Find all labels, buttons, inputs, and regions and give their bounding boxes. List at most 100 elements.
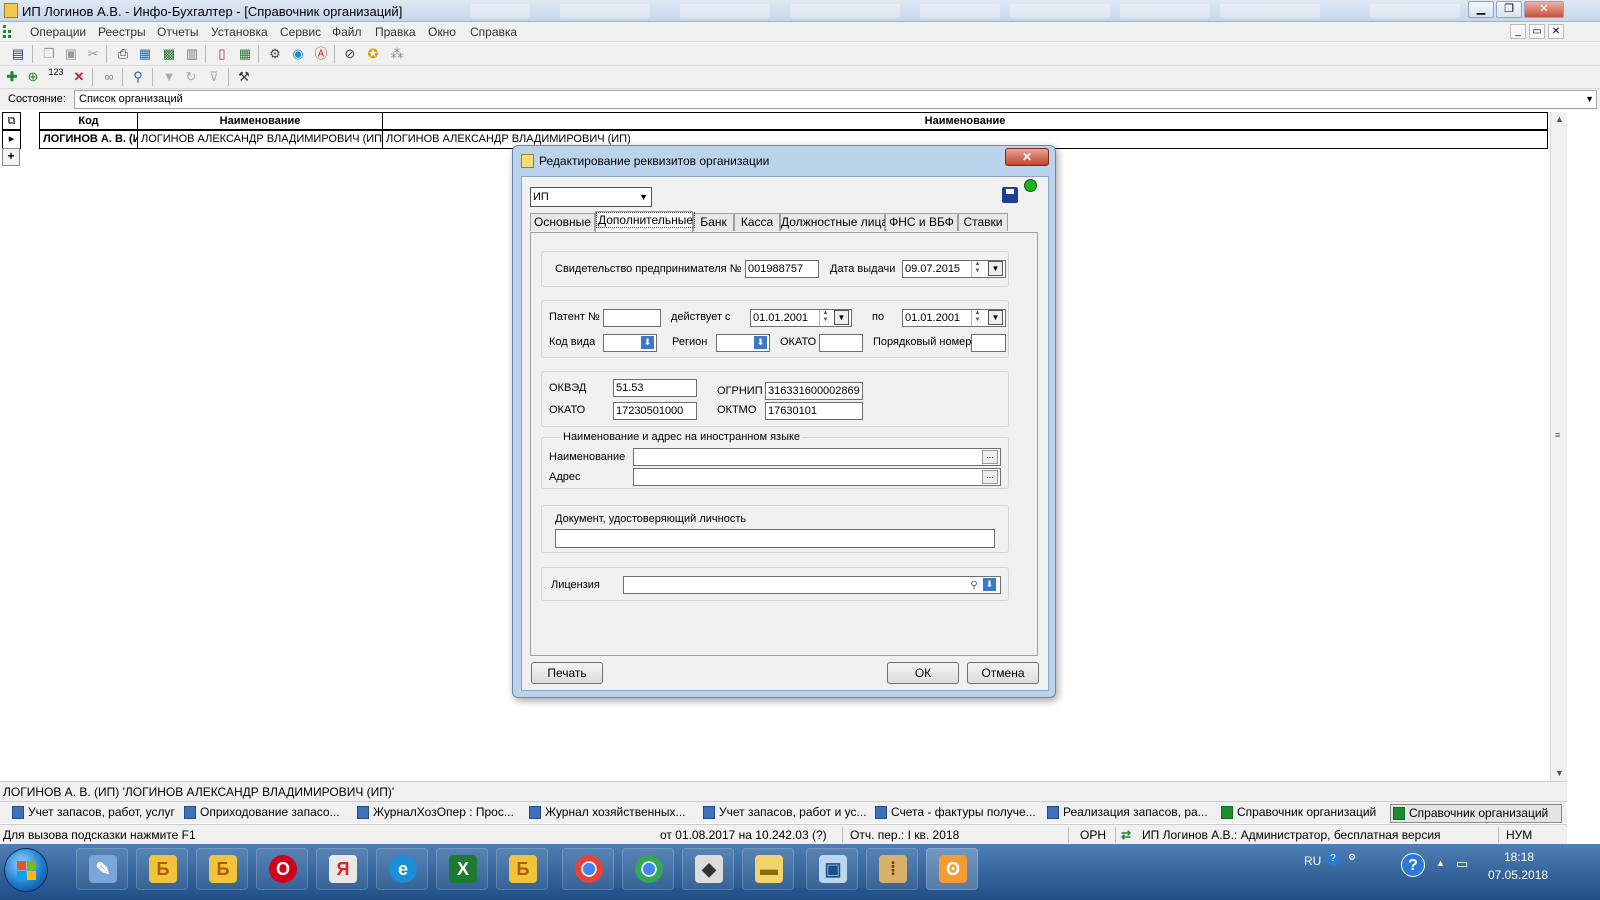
close-button[interactable]: ✕ <box>1524 1 1564 18</box>
print-icon[interactable]: ⎙ <box>114 45 132 63</box>
menu-service[interactable]: Сервис <box>280 25 321 39</box>
window-tab-active[interactable]: Справочник организаций <box>1390 804 1562 823</box>
taskbar-app-chrome[interactable] <box>562 848 614 890</box>
scroll-grip-icon[interactable]: ≡ <box>1555 430 1560 440</box>
taskbar-app-paint[interactable]: ✎ <box>76 848 128 890</box>
date-spinner-icon[interactable]: ▲ ▼ <box>971 261 983 277</box>
menu-help[interactable]: Справка <box>470 25 517 39</box>
foreign-address-browse-button[interactable]: ... <box>982 470 998 484</box>
network-icon[interactable]: ▭ <box>1456 856 1468 872</box>
cancel-button[interactable]: Отмена <box>967 662 1039 684</box>
taskbar-app-yandex[interactable]: Я <box>316 848 368 890</box>
main-vertical-scrollbar[interactable]: ▲ ≡ ▼ <box>1550 112 1567 782</box>
oktmo-input[interactable]: 17630101 <box>765 402 863 420</box>
taskbar-app-ie[interactable]: e <box>376 848 428 890</box>
document-icon[interactable]: ▯ <box>213 45 231 63</box>
taskbar-app-infobuh-2016[interactable]: Б <box>196 848 248 890</box>
date-spinner-icon[interactable]: ▲ ▼ <box>971 310 983 326</box>
okato-input[interactable]: 17230501000 <box>613 402 697 420</box>
tab-cashbox[interactable]: Касса <box>734 213 780 231</box>
window-tab[interactable]: Учет запасов, работ и ус... <box>701 804 871 823</box>
window-tab[interactable]: Оприходование запасо... <box>182 804 352 823</box>
tab-bank[interactable]: Банк <box>693 213 734 231</box>
column-header-code[interactable]: Код <box>39 112 138 130</box>
clock-time[interactable]: 18:18 <box>1504 850 1534 864</box>
window-tab[interactable]: Учет запасов, работ, услуг <box>10 804 178 823</box>
export-icon[interactable]: ▥ <box>183 45 201 63</box>
valid-from-input[interactable]: 01.01.2001 ▲ ▼ ▼ <box>750 309 852 327</box>
add-copy-icon[interactable]: ⊕ <box>24 68 42 86</box>
menu-reports[interactable]: Отчеты <box>157 25 198 39</box>
taskbar-app-owl[interactable]: ʘ <box>926 848 978 890</box>
excel-icon[interactable]: ▩ <box>160 45 178 63</box>
calendar-dropdown-icon[interactable]: ▼ <box>988 261 1003 276</box>
sequence-number-input[interactable] <box>971 334 1006 352</box>
table-cell[interactable]: ЛОГИНОВ АЛЕКСАНДР ВЛАДИМИРОВИЧ (ИП) <box>137 130 383 149</box>
taskbar-app-opera[interactable]: O <box>256 848 308 890</box>
foreign-name-browse-button[interactable]: ... <box>982 450 998 464</box>
calculator-icon[interactable]: ▦ <box>236 45 254 63</box>
mdi-close-button[interactable]: ✕ <box>1548 24 1564 39</box>
tab-rates[interactable]: Ставки <box>958 213 1008 231</box>
menu-edit[interactable]: Правка <box>375 25 416 39</box>
save-icon[interactable] <box>1002 187 1018 203</box>
lookup-arrow-icon[interactable]: ⬇ <box>983 578 996 591</box>
taskbar-app-chrome-user[interactable] <box>622 848 674 890</box>
window-tab[interactable]: Справочник организаций <box>1219 804 1387 823</box>
calendar-dropdown-icon[interactable]: ▼ <box>988 310 1003 325</box>
column-header-name[interactable]: Наименование <box>137 112 383 130</box>
renumber-icon[interactable]: 123 <box>47 68 65 86</box>
menu-setup[interactable]: Установка <box>211 25 268 39</box>
patent-okato-input[interactable] <box>819 334 863 352</box>
window-tab[interactable]: Журнал хозяйственных... <box>527 804 699 823</box>
tools-icon[interactable]: ⚒ <box>235 68 253 86</box>
window-tab[interactable]: ЖурналХозОпер : Прос... <box>355 804 525 823</box>
add-icon[interactable]: ✚ <box>3 68 21 86</box>
issue-date-input[interactable]: 09.07.2015 ▲ ▼ ▼ <box>902 260 1006 278</box>
clock-date[interactable]: 07.05.2018 <box>1488 868 1548 882</box>
ogrnip-input[interactable]: 316331600002869 <box>765 382 863 400</box>
menu-file[interactable]: Файл <box>332 25 362 39</box>
lookup-arrow-icon[interactable]: ⬇ <box>641 336 654 349</box>
tab-additional[interactable]: Дополнительные <box>595 211 695 232</box>
foreign-address-input[interactable]: ... <box>633 468 1001 486</box>
cut-icon[interactable]: ✂ <box>84 45 102 63</box>
okved-input[interactable]: 51.53 <box>613 379 697 397</box>
refresh-icon[interactable]: ◉ <box>289 45 307 63</box>
language-indicator[interactable]: RU <box>1304 854 1321 868</box>
menu-operations[interactable]: Операции <box>30 25 86 39</box>
certificate-number-input[interactable]: 001988757 <box>745 260 819 278</box>
show-hidden-icons-icon[interactable]: ▲ <box>1436 858 1445 868</box>
kind-code-select[interactable]: ⬇ <box>603 334 657 352</box>
add-row-button[interactable]: + <box>2 148 20 166</box>
region-select[interactable]: ⬇ <box>716 334 770 352</box>
keyboard-settings-icon[interactable]: ⚙ <box>1348 852 1356 863</box>
taskbar-app-control-panel[interactable]: ▣ <box>806 848 858 890</box>
date-spinner-icon[interactable]: ▲ ▼ <box>819 310 831 326</box>
binoculars-icon[interactable]: ∞ <box>100 68 118 86</box>
dialog-close-button[interactable]: ✕ <box>1005 148 1049 166</box>
column-header-name-full[interactable]: Наименование <box>382 112 1548 130</box>
taskbar-app-infobuh-2017[interactable]: Б <box>496 848 548 890</box>
mdi-restore-button[interactable]: ▭ <box>1529 24 1545 39</box>
preview-icon[interactable]: ▦ <box>136 45 154 63</box>
star-icon[interactable]: ✪ <box>364 45 382 63</box>
menu-registers[interactable]: Реестры <box>98 25 146 39</box>
mdi-minimize-button[interactable]: _ <box>1510 24 1526 39</box>
valid-to-input[interactable]: 01.01.2001 ▲ ▼ ▼ <box>902 309 1006 327</box>
org-type-select[interactable]: ИП ▼ <box>530 187 652 207</box>
menu-window[interactable]: Окно <box>428 25 456 39</box>
taskbar-app-excel[interactable]: X <box>436 848 488 890</box>
grid-corner-icon[interactable]: ⧉ <box>2 112 21 130</box>
window-tab[interactable]: Реализация запасов, ра... <box>1045 804 1217 823</box>
help-icon[interactable]: ? <box>1401 853 1425 877</box>
state-select[interactable]: Список организаций ▼ <box>74 90 1597 109</box>
scroll-up-icon[interactable]: ▲ <box>1555 114 1564 124</box>
clear-filter-icon[interactable]: ⊽ <box>205 68 223 86</box>
taskbar-app-abacus[interactable]: ⁞ <box>866 848 918 890</box>
foreign-name-input[interactable]: ... <box>633 448 1001 466</box>
ok-button[interactable]: ОК <box>887 662 959 684</box>
taskbar-app-infobuh-2018[interactable]: Б <box>136 848 188 890</box>
reset-filter-icon[interactable]: ↻ <box>182 68 200 86</box>
tab-officials[interactable]: Должностные лица <box>780 213 888 231</box>
